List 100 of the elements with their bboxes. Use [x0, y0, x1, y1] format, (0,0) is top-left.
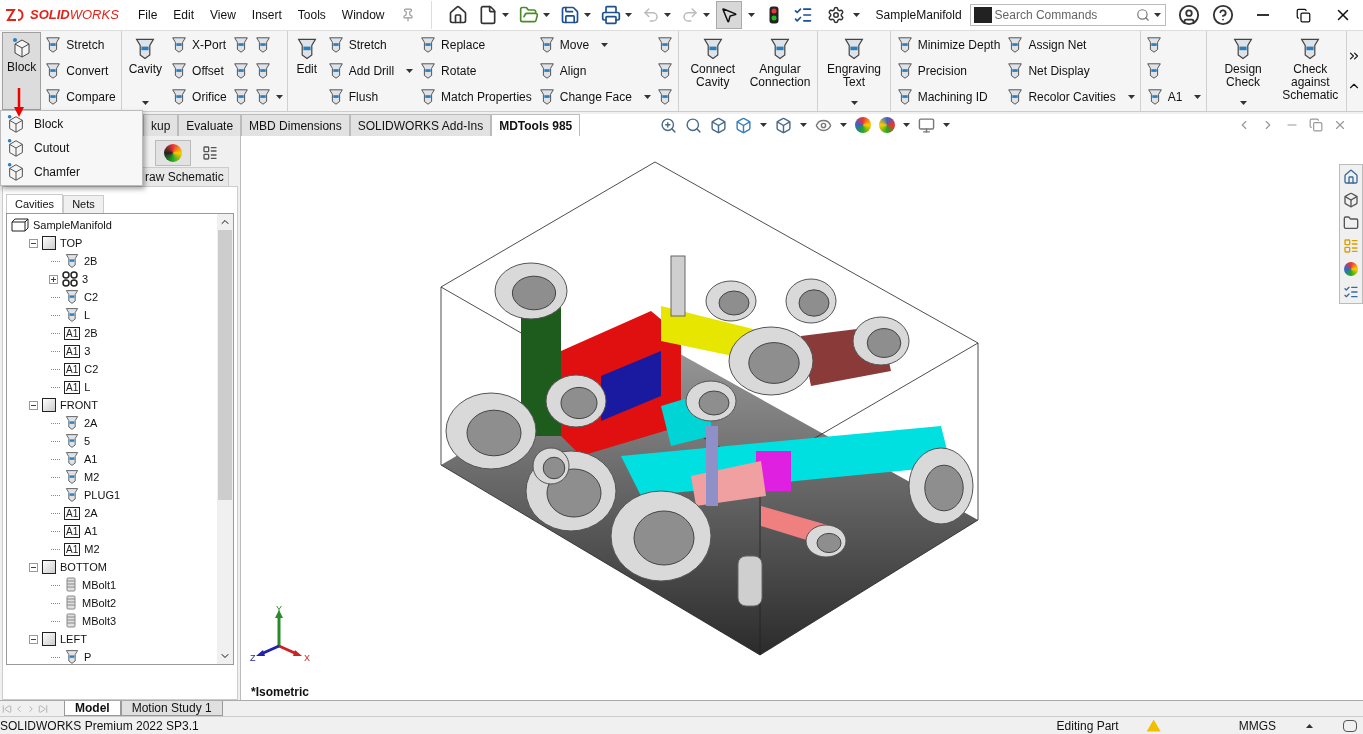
ribbon-button[interactable]: Check against Schematic: [1276, 32, 1344, 110]
menu-item[interactable]: View: [202, 2, 244, 28]
collapse-icon[interactable]: [29, 634, 38, 644]
restore-doc-icon[interactable]: [1309, 118, 1323, 132]
model-tab[interactable]: Motion Study 1: [120, 701, 223, 716]
ribbon-button[interactable]: Offset: [167, 58, 230, 84]
schematic-tab[interactable]: raw Schematic: [140, 167, 229, 186]
ribbon-tab[interactable]: MDTools 985: [491, 114, 581, 136]
tree-item[interactable]: 2B: [84, 324, 98, 342]
tree-item[interactable]: 2A: [84, 414, 98, 432]
collapse-icon[interactable]: [29, 562, 38, 572]
tree-item[interactable]: C2: [84, 360, 99, 378]
ribbon-button[interactable]: Replace: [416, 32, 535, 58]
ribbon-button[interactable]: X-Port: [167, 32, 230, 58]
collapse-icon[interactable]: [29, 400, 38, 410]
account-icon[interactable]: [1177, 4, 1200, 26]
ribbon-button[interactable]: A1: [1142, 84, 1205, 110]
ribbon-button[interactable]: Block: [2, 32, 42, 110]
engraving-icon: A1: [64, 524, 81, 538]
appearance-icon[interactable]: [855, 117, 872, 133]
panel-tab[interactable]: Nets: [63, 195, 104, 213]
menu-item[interactable]: Window: [333, 2, 393, 28]
expand-icon[interactable]: [49, 274, 58, 284]
ribbon-button[interactable]: Edit: [289, 32, 324, 110]
caret-up-icon[interactable]: [1306, 723, 1313, 728]
menu-item[interactable]: Cutout: [1, 136, 142, 160]
ribbon-button[interactable]: Cavity: [123, 32, 168, 110]
tree-item[interactable]: L: [84, 306, 91, 324]
tree-item[interactable]: MBolt1: [82, 576, 117, 594]
tree-item[interactable]: SampleManifold: [33, 216, 112, 234]
scene-icon[interactable]: [879, 117, 896, 133]
help-icon[interactable]: [1211, 4, 1234, 26]
ribbon-tab[interactable]: SOLIDWORKS Add-Ins: [349, 114, 492, 136]
ribbon-button[interactable]: Add Drill: [323, 58, 417, 84]
ribbon-button[interactable]: Flush: [323, 84, 417, 110]
tree-item[interactable]: M2: [84, 540, 100, 558]
ribbon-button[interactable]: Engraving Text: [820, 32, 888, 110]
model-tab[interactable]: Model: [64, 701, 121, 716]
search-box[interactable]: Search Commands: [969, 4, 1166, 26]
ribbon-button[interactable]: Connect Cavity: [680, 32, 745, 110]
tree-item[interactable]: 3: [82, 270, 89, 288]
tree-item[interactable]: M2: [84, 468, 100, 486]
ribbon-button[interactable]: Orifice: [167, 84, 230, 110]
display-style-icon[interactable]: [735, 116, 753, 134]
menu-item[interactable]: Edit: [165, 2, 203, 28]
close-doc-icon[interactable]: [1333, 118, 1347, 132]
tree-item[interactable]: 5: [84, 432, 91, 450]
ribbon-button[interactable]: Stretch: [323, 32, 417, 58]
select-button[interactable]: [715, 1, 742, 29]
tree-item[interactable]: 3: [84, 342, 91, 360]
ribbon-button[interactable]: Design Check: [1209, 32, 1277, 110]
ribbon-button[interactable]: Align: [534, 58, 654, 84]
ribbon-button[interactable]: Net Display: [1003, 58, 1138, 84]
section-view-icon[interactable]: [775, 116, 793, 134]
ribbon-button[interactable]: Change Face: [534, 84, 654, 110]
menu-item[interactable]: Block: [1, 112, 142, 136]
tree-item[interactable]: PLUG1: [84, 486, 121, 504]
ribbon-tab[interactable]: Evaluate: [178, 114, 242, 136]
ribbon-button[interactable]: Compare: [41, 84, 119, 110]
collapse-icon[interactable]: [29, 238, 38, 248]
tree-item[interactable]: MBolt2: [82, 594, 117, 612]
tree-item[interactable]: 2A: [84, 504, 98, 522]
ribbon-button[interactable]: Rotate: [416, 58, 535, 84]
ribbon-button[interactable]: Move: [534, 32, 654, 58]
scrollbar[interactable]: [217, 214, 233, 664]
view-orientation-icon[interactable]: [710, 116, 728, 134]
menu-item[interactable]: Tools: [289, 2, 334, 28]
ribbon-tab[interactable]: MBD Dimensions: [241, 114, 350, 136]
ribbon-button[interactable]: Convert: [41, 58, 119, 84]
more-icon[interactable]: [1347, 49, 1361, 63]
tree-item[interactable]: A1: [84, 450, 98, 468]
appearance-tab[interactable]: [155, 140, 191, 166]
panel-tab[interactable]: Cavities: [6, 194, 64, 213]
tree-item[interactable]: LEFT: [60, 630, 87, 648]
ribbon-button[interactable]: Assign Net: [1003, 32, 1138, 58]
ribbon-tab[interactable]: kup: [143, 114, 179, 136]
ribbon-button[interactable]: Angular Connection: [744, 32, 816, 110]
tree-item[interactable]: BOTTOM: [60, 558, 107, 576]
ribbon-button[interactable]: Machining ID: [892, 84, 1004, 110]
tree-item[interactable]: A1: [84, 522, 98, 540]
tree-item[interactable]: P: [84, 648, 92, 664]
ribbon-button[interactable]: Precision: [892, 58, 1004, 84]
ribbon-button[interactable]: Match Properties: [416, 84, 535, 110]
tree-item[interactable]: 2B: [84, 252, 98, 270]
tree-item[interactable]: TOP: [60, 234, 83, 252]
menu-item[interactable]: Chamfer: [1, 160, 142, 184]
zoom-area-icon[interactable]: [685, 116, 703, 134]
tree-item[interactable]: L: [84, 378, 91, 396]
menu-item[interactable]: Insert: [243, 2, 290, 28]
menu-item[interactable]: File: [130, 2, 166, 28]
search-field[interactable]: Search Commands: [994, 6, 1136, 24]
zoom-fit-icon[interactable]: [660, 116, 678, 134]
view-settings-icon[interactable]: [918, 116, 936, 134]
tree-item[interactable]: MBolt3: [82, 612, 117, 630]
ribbon-button[interactable]: Recolor Cavities: [1003, 84, 1138, 110]
tree-item[interactable]: C2: [84, 288, 99, 306]
ribbon-button[interactable]: Stretch: [41, 32, 119, 58]
tag-icon[interactable]: [1343, 719, 1357, 732]
tree-item[interactable]: FRONT: [60, 396, 98, 414]
ribbon-button[interactable]: Minimize Depth: [892, 32, 1004, 58]
